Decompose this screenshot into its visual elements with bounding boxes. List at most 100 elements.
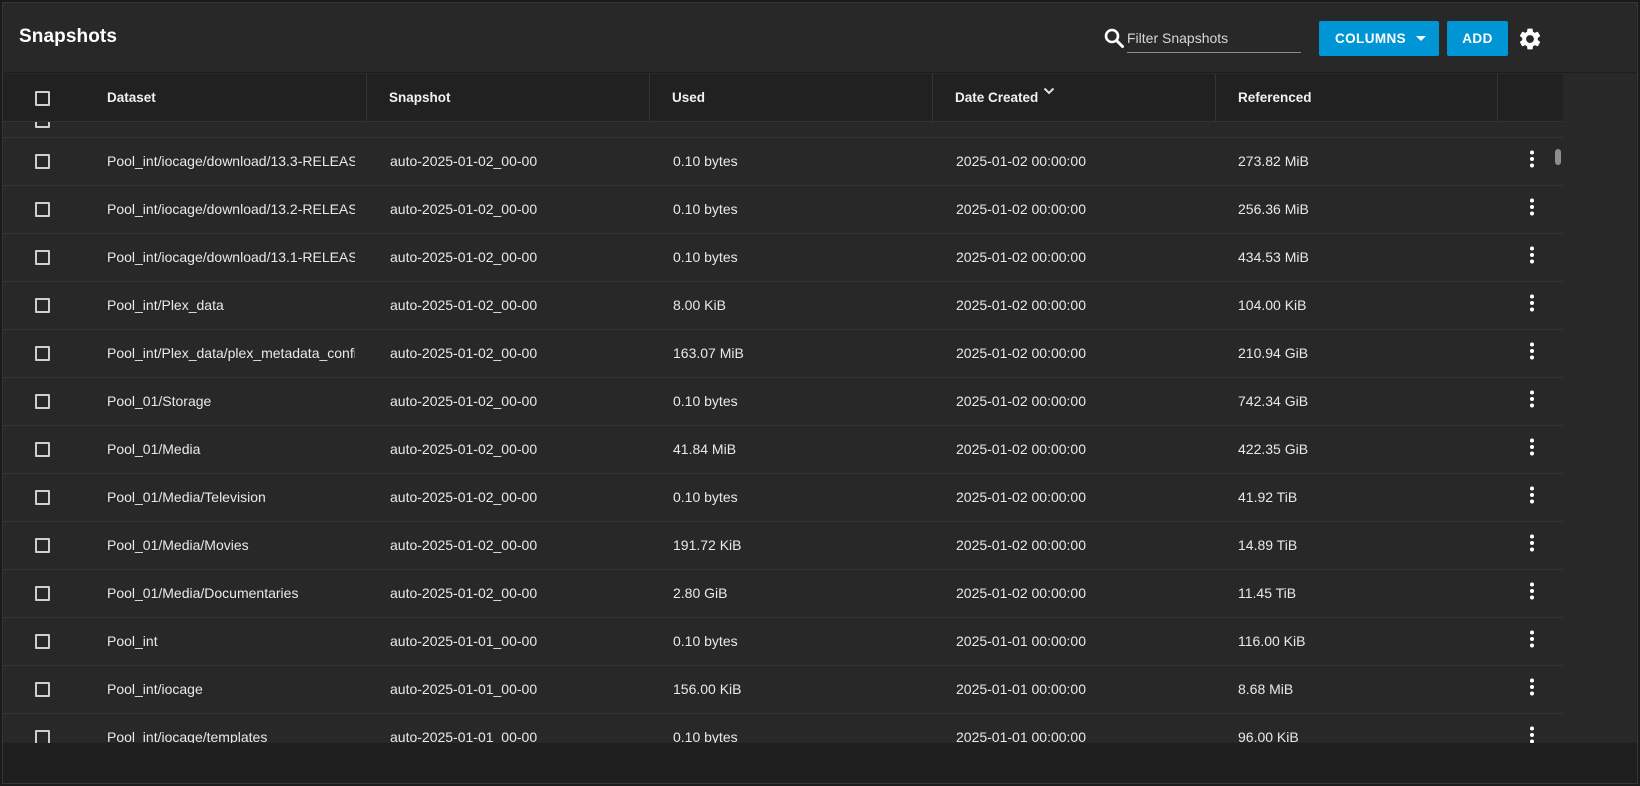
date-created-cell: 2025-01-02 00:00:00: [956, 537, 1086, 553]
date-created-cell: 2025-01-02 00:00:00: [956, 585, 1086, 601]
snapshot-cell: auto-2025-01-02_00-00: [390, 297, 538, 313]
row-checkbox[interactable]: [35, 586, 50, 601]
column-header-referenced[interactable]: Referenced: [1215, 74, 1497, 122]
row-checkbox[interactable]: [35, 538, 50, 553]
footer-area: [3, 743, 1637, 783]
date-created-cell: 2025-01-02 00:00:00: [956, 153, 1086, 169]
dataset-cell: Pool_int: [107, 633, 158, 649]
used-cell: 0.10 bytes: [673, 153, 738, 169]
table-header: Dataset Snapshot Used Date Created Refer…: [3, 74, 1563, 122]
snapshot-cell: auto-2025-01-02_00-00: [390, 153, 538, 169]
more-vertical-icon[interactable]: [1525, 389, 1539, 409]
row-checkbox[interactable]: [35, 298, 50, 313]
date-created-cell: 2025-01-01 00:00:00: [956, 729, 1086, 743]
add-button[interactable]: ADD: [1447, 21, 1508, 56]
used-cell: 8.00 KiB: [673, 297, 726, 313]
table-row[interactable]: Pool_01/Storage auto-2025-01-02_00-00 0.10…: [3, 378, 1563, 426]
date-created-cell: 2025-01-02 00:00:00: [956, 297, 1086, 313]
referenced-cell: 104.00 KiB: [1238, 297, 1307, 313]
table-row[interactable]: Pool_01/Media auto-2025-01-02_00-00 41.84 …: [3, 426, 1563, 474]
row-checkbox[interactable]: [35, 490, 50, 505]
table-row: [3, 122, 1563, 138]
table-row[interactable]: Pool_01/Media/Movies auto-2025-01-02_00-0…: [3, 522, 1563, 570]
used-cell: 0.10 bytes: [673, 393, 738, 409]
caret-down-icon[interactable]: [1416, 36, 1426, 41]
date-created-cell: 2025-01-02 00:00:00: [956, 441, 1086, 457]
row-checkbox[interactable]: [35, 634, 50, 649]
search-icon: [1104, 28, 1124, 48]
referenced-cell: 14.89 TiB: [1238, 537, 1298, 553]
table-row[interactable]: Pool_int/iocage/download/13.1-RELEASE aut…: [3, 234, 1563, 282]
snapshots-table-body: Pool_int/iocage/download/13.3-RELEASE aut…: [3, 122, 1563, 743]
row-checkbox[interactable]: [35, 154, 50, 169]
column-header-used[interactable]: Used: [649, 74, 932, 122]
row-checkbox[interactable]: [35, 682, 50, 697]
row-checkbox[interactable]: [35, 442, 50, 457]
chevron-down-icon[interactable]: [1043, 87, 1055, 95]
table-row[interactable]: Pool_int/iocage/templates auto-2025-01-01…: [3, 714, 1563, 743]
row-checkbox[interactable]: [35, 730, 50, 743]
used-cell: 41.84 MiB: [673, 441, 737, 457]
referenced-cell: 434.53 MiB: [1238, 249, 1309, 265]
more-vertical-icon[interactable]: [1525, 245, 1539, 265]
date-created-cell: 2025-01-01 00:00:00: [956, 633, 1086, 649]
table-row[interactable]: Pool_int/Plex_data auto-2025-01-02_00-00 8…: [3, 282, 1563, 330]
used-cell: 0.10 bytes: [673, 489, 738, 505]
dataset-cell: Pool_int/iocage/templates: [107, 729, 268, 743]
referenced-cell: 116.00 KiB: [1238, 633, 1306, 649]
date-created-cell: 2025-01-02 00:00:00: [956, 201, 1086, 217]
select-all-checkbox[interactable]: [35, 91, 50, 106]
more-vertical-icon[interactable]: [1525, 437, 1539, 457]
table-row[interactable]: Pool_01/Media/Documentaries auto-2025-01-…: [3, 570, 1563, 618]
table-row[interactable]: Pool_01/Media/Television auto-2025-01-02_…: [3, 474, 1563, 522]
referenced-cell: 256.36 MiB: [1238, 201, 1309, 217]
date-created-cell: 2025-01-02 00:00:00: [956, 345, 1086, 361]
columns-button-label: COLUMNS: [1335, 31, 1407, 46]
more-vertical-icon[interactable]: [1525, 149, 1539, 169]
row-checkbox[interactable]: [35, 346, 50, 361]
table-row[interactable]: Pool_int/iocage/download/13.2-RELEASE aut…: [3, 186, 1563, 234]
referenced-cell: 11.45 TiB: [1238, 585, 1297, 601]
referenced-cell: 210.94 GiB: [1238, 345, 1309, 361]
snapshot-cell: auto-2025-01-02_00-00: [390, 249, 538, 265]
used-cell: 2.80 GiB: [673, 585, 728, 601]
column-header-dataset[interactable]: Dataset: [85, 74, 366, 122]
table-row[interactable]: Pool_int/Plex_data/plex_metadata_config a…: [3, 330, 1563, 378]
row-checkbox[interactable]: [35, 394, 50, 409]
scrollbar[interactable]: [1555, 123, 1567, 741]
more-vertical-icon[interactable]: [1525, 485, 1539, 505]
scrollbar-thumb[interactable]: [1555, 149, 1561, 165]
more-vertical-icon[interactable]: [1525, 197, 1539, 217]
row-checkbox[interactable]: [35, 250, 50, 265]
dataset-cell: Pool_01/Media/Television: [107, 489, 266, 505]
snapshot-cell: auto-2025-01-02_00-00: [390, 201, 538, 217]
table-row[interactable]: Pool_int/iocage auto-2025-01-01_00-00 156.…: [3, 666, 1563, 714]
more-vertical-icon[interactable]: [1525, 725, 1539, 743]
table-row[interactable]: Pool_int/iocage/download/13.3-RELEASE aut…: [3, 138, 1563, 186]
gear-icon[interactable]: [1517, 26, 1543, 52]
more-vertical-icon[interactable]: [1525, 677, 1539, 697]
dataset-cell: Pool_int/iocage: [107, 681, 203, 697]
snapshot-cell: auto-2025-01-02_00-00: [390, 537, 538, 553]
referenced-cell: 742.34 GiB: [1238, 393, 1309, 409]
more-vertical-icon[interactable]: [1525, 293, 1539, 313]
used-cell: 0.10 bytes: [673, 729, 738, 743]
table-row[interactable]: Pool_int auto-2025-01-01_00-00 0.10 bytes 2…: [3, 618, 1563, 666]
filter-snapshots-input[interactable]: [1127, 27, 1301, 53]
more-vertical-icon[interactable]: [1525, 341, 1539, 361]
select-all-cell: [3, 74, 85, 122]
snapshot-cell: auto-2025-01-02_00-00: [390, 441, 538, 457]
add-button-label: ADD: [1462, 31, 1493, 46]
column-header-date-created[interactable]: Date Created: [932, 74, 1215, 122]
more-vertical-icon[interactable]: [1525, 629, 1539, 649]
row-checkbox[interactable]: [35, 202, 50, 217]
dataset-cell: Pool_01/Storage: [107, 393, 212, 409]
snapshot-cell: auto-2025-01-02_00-00: [390, 345, 538, 361]
date-created-cell: 2025-01-02 00:00:00: [956, 393, 1086, 409]
row-checkbox[interactable]: [35, 122, 50, 128]
columns-button[interactable]: COLUMNS: [1319, 21, 1439, 56]
dataset-cell: Pool_01/Media: [107, 441, 201, 457]
more-vertical-icon[interactable]: [1525, 581, 1539, 601]
column-header-snapshot[interactable]: Snapshot: [366, 74, 649, 122]
more-vertical-icon[interactable]: [1525, 533, 1539, 553]
